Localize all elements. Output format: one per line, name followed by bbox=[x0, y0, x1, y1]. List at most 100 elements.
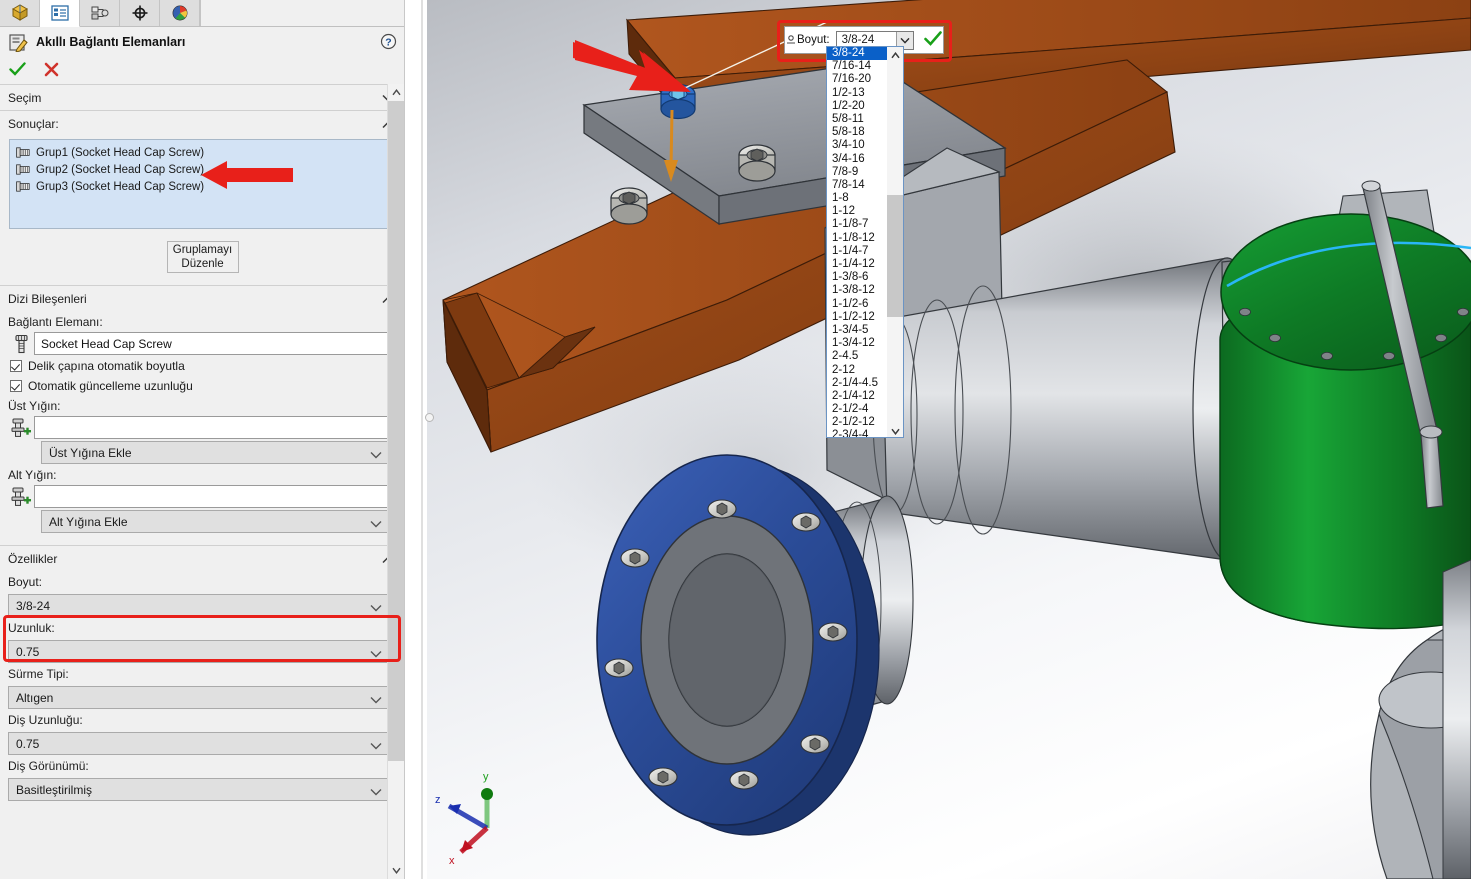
panel-splitter-handle[interactable] bbox=[425, 413, 434, 422]
list-item[interactable]: Grup2 (Socket Head Cap Screw) bbox=[14, 161, 390, 178]
tab-property-manager[interactable] bbox=[40, 0, 80, 27]
bottom-stack-input[interactable] bbox=[34, 485, 391, 508]
section-header-properties[interactable]: Özellikler bbox=[0, 545, 404, 571]
thread-length-combo[interactable]: 0.75 bbox=[8, 732, 391, 755]
chevron-down-icon[interactable] bbox=[370, 739, 382, 753]
dropdown-option[interactable]: 1-1/8-12 bbox=[827, 232, 888, 245]
dropdown-option[interactable]: 1-3/4-12 bbox=[827, 337, 888, 350]
dropdown-option[interactable]: 1/2-13 bbox=[827, 87, 888, 100]
scrollbar-thumb[interactable] bbox=[388, 101, 404, 761]
tab-display-manager[interactable] bbox=[120, 0, 160, 26]
drive-type-combo[interactable]: Altıgen bbox=[8, 686, 391, 709]
top-stack-add-combo[interactable]: Üst Yığına Ekle bbox=[41, 441, 391, 464]
chevron-down-icon[interactable] bbox=[370, 785, 382, 799]
dropdown-option[interactable]: 1/2-20 bbox=[827, 100, 888, 113]
dropdown-option[interactable]: 7/8-14 bbox=[827, 179, 888, 192]
dropdown-scrollbar-thumb[interactable] bbox=[887, 195, 903, 317]
dropdown-option[interactable]: 3/4-16 bbox=[827, 153, 888, 166]
scroll-up-arrow[interactable] bbox=[388, 84, 404, 101]
help-icon[interactable]: ? bbox=[380, 33, 397, 53]
scroll-down-arrow[interactable] bbox=[388, 862, 404, 879]
label-thread-display: Diş Görünümü: bbox=[8, 759, 89, 773]
edit-grouping-line-1: Gruplamayı bbox=[172, 244, 233, 256]
top-stack-input[interactable] bbox=[34, 416, 391, 439]
list-item[interactable]: Grup3 (Socket Head Cap Screw) bbox=[14, 178, 390, 195]
dropdown-option[interactable]: 2-1/2-4 bbox=[827, 403, 888, 416]
accept-button[interactable] bbox=[7, 59, 27, 79]
dropdown-option[interactable]: 7/16-14 bbox=[827, 60, 888, 73]
dropdown-option[interactable]: 1-3/4-5 bbox=[827, 324, 888, 337]
chevron-down-icon[interactable] bbox=[370, 448, 382, 462]
cap-screw-icon bbox=[16, 147, 30, 158]
dropdown-option[interactable]: 2-1/2-12 bbox=[827, 416, 888, 429]
size-dropdown-list[interactable]: 3/8-24 7/16-14 7/16-20 1/2-13 1/2-20 5/8-11 5/… bbox=[826, 46, 904, 438]
dropdown-option[interactable]: 5/8-18 bbox=[827, 126, 888, 139]
label-fastener: Bağlantı Elemanı: bbox=[8, 315, 103, 329]
tab-appearance-manager[interactable] bbox=[160, 0, 200, 26]
chevron-down-icon[interactable] bbox=[370, 693, 382, 707]
solidworks-window: y z x Akıllı Bağlantı Elemanları ? Seçim… bbox=[0, 0, 1471, 879]
size-dropdown-options[interactable]: 3/8-24 7/16-14 7/16-20 1/2-13 1/2-20 5/8-11 5/… bbox=[827, 47, 888, 437]
svg-text:z: z bbox=[435, 794, 441, 806]
length-combo[interactable]: 0.75 bbox=[8, 640, 391, 663]
cancel-button[interactable] bbox=[41, 59, 61, 79]
add-top-stack-icon[interactable] bbox=[8, 417, 34, 438]
dropdown-option[interactable]: 2-3/4-4 bbox=[827, 429, 888, 437]
dropdown-scroll-up-arrow[interactable] bbox=[887, 47, 903, 63]
dropdown-option[interactable]: 1-3/8-6 bbox=[827, 271, 888, 284]
popup-drag-handle[interactable] bbox=[787, 35, 795, 47]
section-header-series-components[interactable]: Dizi Bileşenleri bbox=[0, 285, 404, 311]
auto-size-checkbox[interactable] bbox=[10, 360, 22, 372]
tab-feature-manager-tree[interactable] bbox=[0, 0, 40, 26]
dropdown-option[interactable]: 1-12 bbox=[827, 205, 888, 218]
auto-update-checkbox-row[interactable]: Otomatik güncelleme uzunluğu bbox=[0, 375, 404, 395]
fastener-input[interactable]: Socket Head Cap Screw bbox=[34, 332, 391, 355]
dropdown-option[interactable]: 2-1/4-4.5 bbox=[827, 377, 888, 390]
dropdown-option[interactable]: 1-1/2-6 bbox=[827, 298, 888, 311]
chevron-down-icon[interactable] bbox=[370, 647, 382, 661]
chevron-down-icon[interactable] bbox=[370, 517, 382, 531]
property-manager-scrollbar[interactable] bbox=[387, 84, 404, 879]
edit-grouping-button[interactable]: Gruplamayı Düzenle bbox=[166, 241, 239, 273]
section-header-selection[interactable]: Seçim bbox=[0, 84, 404, 110]
section-header-results[interactable]: Sonuçlar: bbox=[0, 110, 404, 136]
dropdown-option[interactable]: 1-3/8-12 bbox=[827, 284, 888, 297]
graphics-viewport[interactable]: y z x bbox=[427, 0, 1471, 879]
dropdown-option[interactable]: 5/8-11 bbox=[827, 113, 888, 126]
dropdown-option[interactable]: 1-1/8-7 bbox=[827, 218, 888, 231]
dropdown-option[interactable]: 1-8 bbox=[827, 192, 888, 205]
tab-configuration-manager[interactable] bbox=[80, 0, 120, 26]
thread-display-combo[interactable]: Basitleştirilmiş bbox=[8, 778, 391, 801]
list-item-label: Grup2 (Socket Head Cap Screw) bbox=[36, 163, 205, 176]
size-combo[interactable]: 3/8-24 bbox=[8, 594, 391, 617]
auto-update-checkbox[interactable] bbox=[10, 380, 22, 392]
add-bottom-stack-icon[interactable] bbox=[8, 486, 34, 507]
property-manager-actions bbox=[0, 56, 404, 82]
coordinate-triad: y z x bbox=[435, 771, 493, 866]
dropdown-option[interactable]: 3/4-10 bbox=[827, 139, 888, 152]
property-manager-panel: Akıllı Bağlantı Elemanları ? Seçim Sonuç… bbox=[0, 0, 405, 879]
size-popup-confirm-button[interactable] bbox=[923, 30, 942, 50]
dropdown-option[interactable]: 7/16-20 bbox=[827, 73, 888, 86]
dropdown-option[interactable]: 1-1/4-7 bbox=[827, 245, 888, 258]
dropdown-option[interactable]: 7/8-9 bbox=[827, 166, 888, 179]
dropdown-option[interactable]: 1-1/4-12 bbox=[827, 258, 888, 271]
dropdown-option[interactable]: 3/8-24 bbox=[827, 47, 888, 61]
section-label-series-components: Dizi Bileşenleri bbox=[8, 291, 87, 306]
list-item[interactable]: Grup1 (Socket Head Cap Screw) bbox=[14, 144, 390, 161]
dropdown-option[interactable]: 2-4.5 bbox=[827, 350, 888, 363]
property-manager-header: Akıllı Bağlantı Elemanları ? bbox=[0, 28, 404, 83]
smart-fasteners-icon bbox=[9, 33, 28, 52]
dropdown-option[interactable]: 2-1/4-12 bbox=[827, 390, 888, 403]
results-list[interactable]: Grup1 (Socket Head Cap Screw) Grup2 (Soc… bbox=[9, 139, 391, 229]
auto-size-checkbox-row[interactable]: Delik çapına otomatik boyutla bbox=[0, 355, 404, 375]
panel-splitter[interactable] bbox=[421, 0, 423, 879]
bottom-stack-add-combo[interactable]: Alt Yığına Ekle bbox=[41, 510, 391, 533]
dropdown-scroll-down-arrow[interactable] bbox=[887, 423, 903, 437]
label-thread-length: Diş Uzunluğu: bbox=[8, 713, 83, 727]
chevron-down-icon[interactable] bbox=[370, 601, 382, 615]
property-manager-title-row: Akıllı Bağlantı Elemanları ? bbox=[0, 28, 404, 56]
dropdown-option[interactable]: 2-12 bbox=[827, 364, 888, 377]
dropdown-scrollbar[interactable] bbox=[887, 47, 903, 437]
dropdown-option[interactable]: 1-1/2-12 bbox=[827, 311, 888, 324]
